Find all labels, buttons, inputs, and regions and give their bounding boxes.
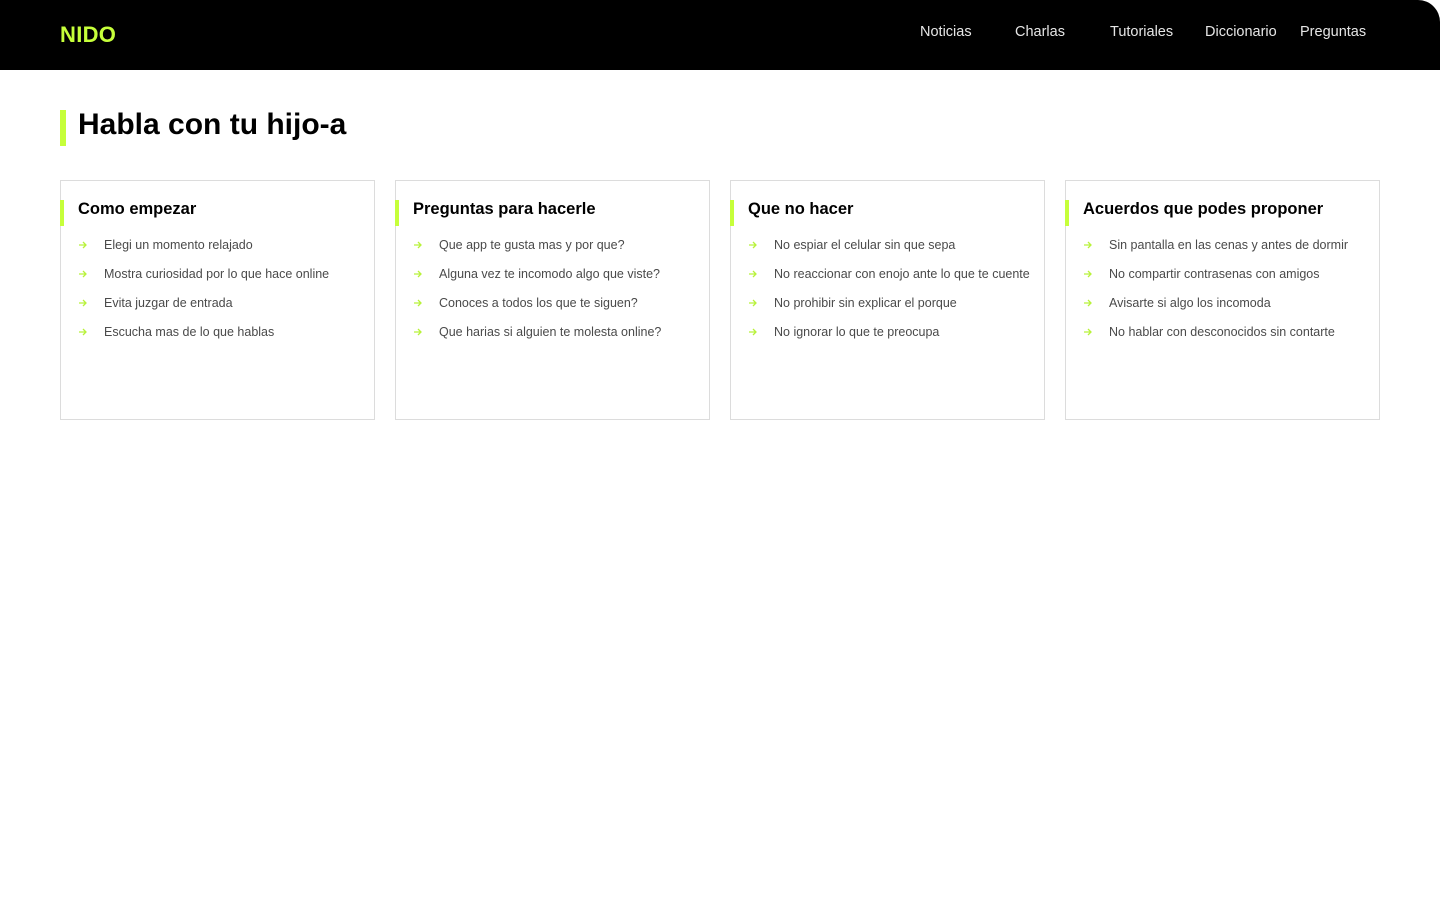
- list-item: Que harias si alguien te molesta online?: [413, 325, 698, 340]
- list-item: Avisarte si algo los incomoda: [1083, 296, 1368, 311]
- list-item: Alguna vez te incomodo algo que viste?: [413, 267, 698, 282]
- list-item: No reaccionar con enojo ante lo que te c…: [748, 267, 1033, 282]
- nav-item-noticias[interactable]: Noticias: [920, 24, 972, 40]
- card-title: Que no hacer: [730, 200, 853, 226]
- list-item: Evita juzgar de entrada: [78, 296, 363, 311]
- page-title: Habla con tu hijo-a: [78, 108, 347, 141]
- list-item-text: Conoces a todos los que te siguen?: [439, 296, 638, 310]
- arrow-right-icon: [748, 325, 760, 340]
- list-item-text: Elegi un momento relajado: [104, 238, 253, 252]
- arrow-right-icon: [1083, 238, 1095, 253]
- list-item: No espiar el celular sin que sepa: [748, 238, 1033, 253]
- list-item: No hablar con desconocidos sin contarte: [1083, 325, 1368, 340]
- nav-item-diccionario[interactable]: Diccionario: [1205, 24, 1277, 40]
- list-item-text: Alguna vez te incomodo algo que viste?: [439, 267, 660, 281]
- list-item-text: Escucha mas de lo que hablas: [104, 325, 275, 339]
- card-acuerdos: Acuerdos que podes proponer Sin pantalla…: [1065, 180, 1380, 420]
- arrow-right-icon: [78, 325, 90, 340]
- list-item-text: Que app te gusta mas y por que?: [439, 238, 625, 252]
- top-navbar: NIDO Noticias Charlas Tutoriales Diccion…: [0, 0, 1440, 70]
- list-item: Escucha mas de lo que hablas: [78, 325, 363, 340]
- arrow-right-icon: [748, 267, 760, 282]
- arrow-right-icon: [413, 325, 425, 340]
- card-list: Sin pantalla en las cenas y antes de dor…: [1083, 238, 1368, 354]
- arrow-right-icon: [413, 238, 425, 253]
- arrow-right-icon: [1083, 325, 1095, 340]
- arrow-right-icon: [413, 296, 425, 311]
- card-title: Preguntas para hacerle: [395, 200, 596, 226]
- list-item-text: Que harias si alguien te molesta online?: [439, 325, 662, 339]
- card-como-empezar: Como empezar Elegi un momento relajado M…: [60, 180, 375, 420]
- arrow-right-icon: [78, 267, 90, 282]
- card-title: Como empezar: [60, 200, 196, 226]
- arrow-right-icon: [1083, 267, 1095, 282]
- list-item-text: No prohibir sin explicar el porque: [774, 296, 957, 310]
- list-item: Elegi un momento relajado: [78, 238, 363, 253]
- page-title-block: Habla con tu hijo-a: [60, 110, 346, 146]
- list-item: No compartir contrasenas con amigos: [1083, 267, 1368, 282]
- nav-item-charlas[interactable]: Charlas: [1015, 24, 1065, 40]
- card-list: No espiar el celular sin que sepa No rea…: [748, 238, 1033, 354]
- list-item-text: Sin pantalla en las cenas y antes de dor…: [1109, 238, 1349, 252]
- list-item-text: No ignorar lo que te preocupa: [774, 325, 940, 339]
- nav-item-preguntas[interactable]: Preguntas: [1300, 24, 1366, 40]
- list-item-text: No compartir contrasenas con amigos: [1109, 267, 1320, 281]
- list-item-text: No reaccionar con enojo ante lo que te c…: [774, 267, 1030, 281]
- card-title: Acuerdos que podes proponer: [1065, 200, 1323, 226]
- card-preguntas-para-hacerle: Preguntas para hacerle Que app te gusta …: [395, 180, 710, 420]
- list-item: Mostra curiosidad por lo que hace online: [78, 267, 363, 282]
- nav-item-tutoriales[interactable]: Tutoriales: [1110, 24, 1173, 40]
- list-item-text: No espiar el celular sin que sepa: [774, 238, 956, 252]
- brand-logo[interactable]: NIDO: [60, 22, 116, 48]
- list-item: Conoces a todos los que te siguen?: [413, 296, 698, 311]
- card-list: Que app te gusta mas y por que? Alguna v…: [413, 238, 698, 354]
- list-item: Sin pantalla en las cenas y antes de dor…: [1083, 238, 1368, 253]
- list-item: No prohibir sin explicar el porque: [748, 296, 1033, 311]
- arrow-right-icon: [1083, 296, 1095, 311]
- arrow-right-icon: [78, 296, 90, 311]
- arrow-right-icon: [78, 238, 90, 253]
- list-item-text: Mostra curiosidad por lo que hace online: [104, 267, 330, 281]
- list-item-text: Evita juzgar de entrada: [104, 296, 233, 310]
- arrow-right-icon: [748, 296, 760, 311]
- list-item-text: No hablar con desconocidos sin contarte: [1109, 325, 1335, 339]
- list-item: No ignorar lo que te preocupa: [748, 325, 1033, 340]
- list-item-text: Avisarte si algo los incomoda: [1109, 296, 1271, 310]
- card-list: Elegi un momento relajado Mostra curiosi…: [78, 238, 363, 354]
- list-item: Que app te gusta mas y por que?: [413, 238, 698, 253]
- card-que-no-hacer: Que no hacer No espiar el celular sin qu…: [730, 180, 1045, 420]
- arrow-right-icon: [413, 267, 425, 282]
- arrow-right-icon: [748, 238, 760, 253]
